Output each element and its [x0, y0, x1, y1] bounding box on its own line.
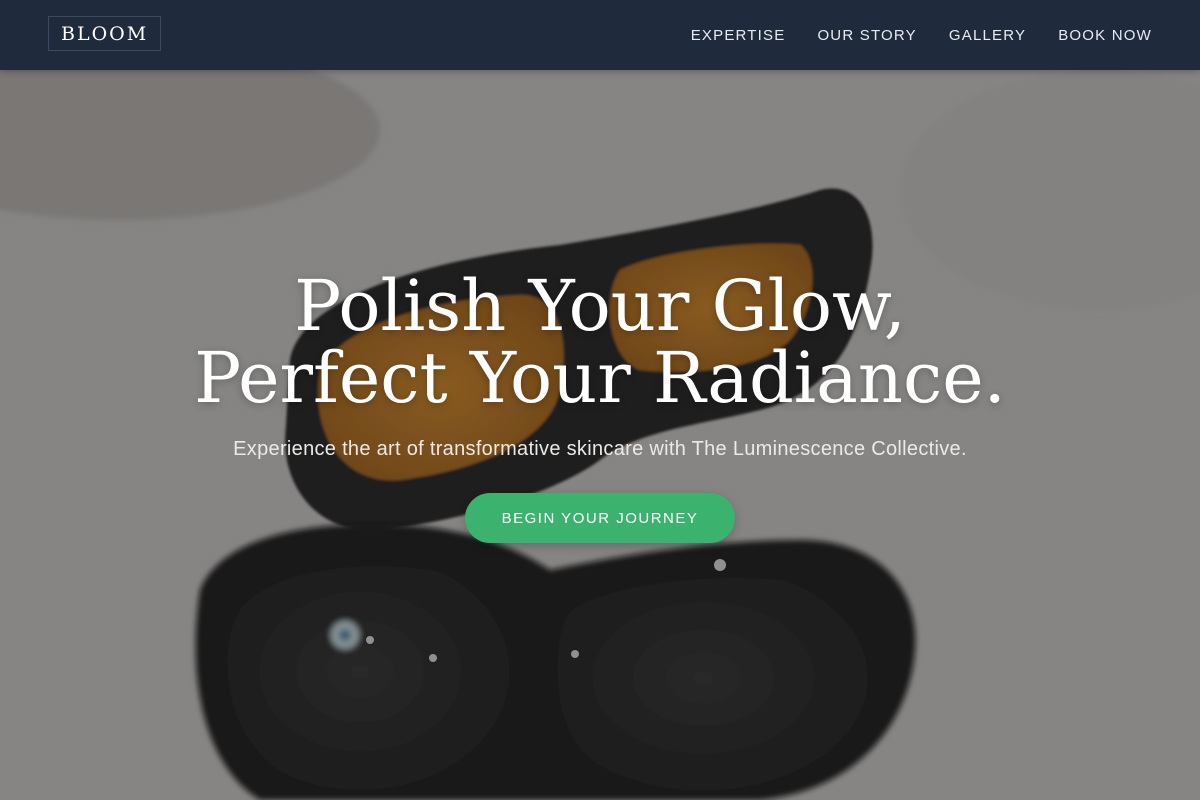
nav-link-our-story[interactable]: OUR STORY: [817, 27, 916, 44]
nav-link-book-now[interactable]: BOOK NOW: [1058, 27, 1152, 44]
site-header: BLOOM EXPERTISE OUR STORY GALLERY BOOK N…: [0, 0, 1200, 70]
hero-headline-line1: Polish Your Glow,: [294, 265, 906, 347]
nav-link-expertise[interactable]: EXPERTISE: [691, 27, 786, 44]
begin-journey-button[interactable]: BEGIN YOUR JOURNEY: [465, 493, 735, 543]
hero-section: Polish Your Glow, Perfect Your Radiance.…: [0, 70, 1200, 800]
nav-link-gallery[interactable]: GALLERY: [949, 27, 1026, 44]
hero-subtitle: Experience the art of transformative ski…: [233, 438, 967, 460]
site-logo[interactable]: BLOOM: [48, 16, 162, 51]
hero-headline: Polish Your Glow, Perfect Your Radiance.: [0, 270, 1200, 414]
hero-content: Polish Your Glow, Perfect Your Radiance.…: [0, 70, 1200, 800]
hero-headline-line2: Perfect Your Radiance.: [194, 337, 1006, 419]
main-nav: EXPERTISE OUR STORY GALLERY BOOK NOW: [691, 0, 1152, 70]
